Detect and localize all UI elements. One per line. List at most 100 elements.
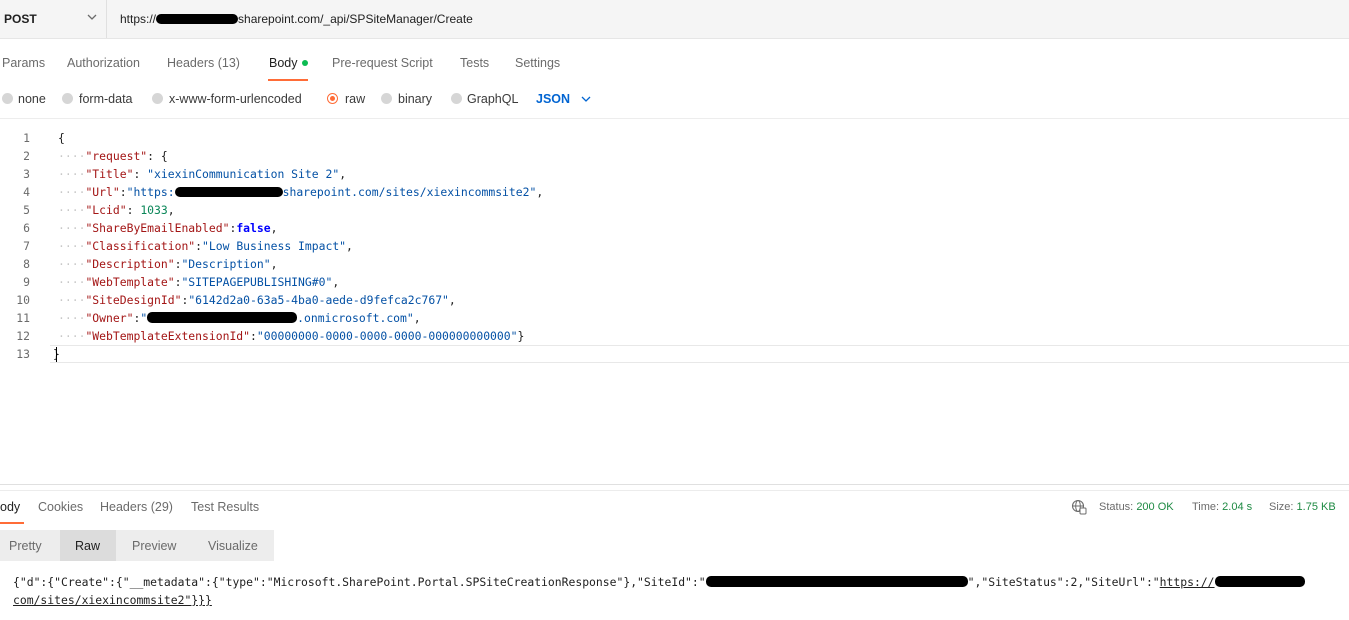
line-number: 9	[23, 275, 30, 289]
response-tab-test-results[interactable]: Test Results	[191, 500, 259, 514]
tab-settings[interactable]: Settings	[515, 56, 560, 70]
format-preview[interactable]: Preview	[132, 539, 176, 553]
code-line: 1 {	[0, 129, 1349, 147]
response-tab-headers[interactable]: Headers (29)	[100, 500, 173, 514]
radio-raw-label[interactable]: raw	[345, 92, 365, 106]
code-text: ····"Lcid": 1033,	[58, 203, 175, 217]
line-number: 7	[23, 239, 30, 253]
tab-params[interactable]: Params	[2, 56, 45, 70]
code-line: 6 ····"ShareByEmailEnabled":false,	[0, 219, 1349, 237]
active-tab-indicator	[0, 522, 24, 524]
chevron-down-icon[interactable]	[86, 11, 98, 23]
radio-graphql[interactable]	[451, 93, 462, 104]
status-value: 200 OK	[1136, 501, 1174, 513]
json-key: "Description"	[85, 257, 175, 271]
radio-none[interactable]	[2, 93, 13, 104]
format-dropdown[interactable]: JSON	[536, 92, 570, 106]
format-visualize[interactable]: Visualize	[208, 539, 258, 553]
response-tab-body[interactable]: ody	[0, 500, 20, 514]
code-line: 4 ····"Url":"https: sharepoint.com/sites/…	[0, 183, 1349, 201]
globe-icon[interactable]	[1071, 499, 1087, 515]
raw-text[interactable]: com/sites/xiexincommsite2"}}}	[13, 593, 212, 607]
line-number: 5	[23, 203, 30, 217]
json-string: "Description"	[181, 257, 271, 271]
url-input[interactable]: https:// sharepoint.com/_api/SPSiteManage…	[120, 12, 473, 26]
text-caret	[56, 347, 57, 362]
code-line: 10 ····"SiteDesignId":"6142d2a0-63a5-4ba…	[0, 291, 1349, 309]
code-text: ····"Url":"https: sharepoint.com/sites/xi…	[58, 185, 544, 199]
chevron-down-icon[interactable]	[580, 93, 592, 105]
site-url-link[interactable]: https://	[1160, 575, 1215, 589]
code-line: 12 ····"WebTemplateExtensionId":"0000000…	[0, 327, 1349, 345]
json-key: "WebTemplate"	[85, 275, 175, 289]
json-key: "ShareByEmailEnabled"	[85, 221, 230, 235]
response-raw-line-1: {"d":{"Create":{"__metadata":{"type":"Mi…	[13, 575, 1349, 589]
json-string: "6142d2a0-63a5-4ba0-aede-d9fefca2c767"	[188, 293, 449, 307]
redaction	[1214, 576, 1305, 587]
line-number: 3	[23, 167, 30, 181]
code-text: ····"Owner":" .onmicrosoft.com",	[58, 311, 421, 325]
line-number: 6	[23, 221, 30, 235]
tab-headers[interactable]: Headers (13)	[167, 56, 240, 70]
size-value: 1.75 KB	[1296, 501, 1336, 513]
redaction	[156, 14, 239, 24]
radio-none-label[interactable]: none	[18, 92, 46, 106]
radio-raw[interactable]	[327, 93, 338, 104]
json-string: "Low Business Impact"	[202, 239, 347, 253]
tab-authorization[interactable]: Authorization	[67, 56, 140, 70]
code-text: ····"Title": "xiexinCommunication Site 2…	[58, 167, 347, 181]
line-number: 1	[23, 131, 30, 145]
redaction	[147, 312, 298, 323]
brace: {	[58, 131, 65, 145]
raw-text: {"d":{"Create":{"__metadata":{"type":"Mi…	[13, 575, 706, 589]
url-prefix: https://	[120, 12, 157, 26]
radio-form-data[interactable]	[62, 93, 73, 104]
code-text: ····"Description":"Description",	[58, 257, 278, 271]
line-number: 8	[23, 257, 30, 271]
response-raw-line-2: com/sites/xiexincommsite2"}}}	[13, 593, 212, 607]
json-string: sharepoint.com/sites/xiexincommsite2"	[282, 185, 537, 199]
tab-pre-request-script[interactable]: Pre-request Script	[332, 56, 433, 70]
tab-body[interactable]: Body	[269, 56, 308, 70]
tab-tests[interactable]: Tests	[460, 56, 489, 70]
method-select[interactable]: POST	[4, 12, 37, 26]
code-text: ····"WebTemplateExtensionId":"00000000-0…	[58, 329, 525, 343]
pane-divider[interactable]	[0, 484, 1349, 485]
json-string: "xiexinCommunication Site 2"	[147, 167, 340, 181]
modified-dot-icon	[301, 60, 308, 66]
radio-urlencoded[interactable]	[152, 93, 163, 104]
raw-text: ","SiteStatus":2,"SiteUrl":"	[967, 575, 1160, 589]
radio-urlencoded-label[interactable]: x-www-form-urlencoded	[169, 92, 302, 106]
code-line: 2 ····"request": {	[0, 147, 1349, 165]
code-line: 7 ····"Classification":"Low Business Imp…	[0, 237, 1349, 255]
radio-binary-label[interactable]: binary	[398, 92, 432, 106]
divider	[0, 490, 1349, 491]
time-value: 2.04 s	[1222, 501, 1253, 513]
size-label: Size:	[1269, 501, 1294, 513]
format-pretty[interactable]: Pretty	[9, 539, 42, 553]
time-label: Time:	[1192, 501, 1220, 513]
radio-graphql-label[interactable]: GraphQL	[467, 92, 518, 106]
redaction	[174, 187, 283, 197]
line-number: 10	[16, 293, 30, 307]
code-text: ····"ShareByEmailEnabled":false,	[58, 221, 278, 235]
code-line: 3 ····"Title": "xiexinCommunication Site…	[0, 165, 1349, 183]
radio-binary[interactable]	[381, 93, 392, 104]
json-key: "Lcid"	[85, 203, 127, 217]
json-key: "Title"	[85, 167, 134, 181]
code-line: 13 }	[0, 345, 1349, 363]
json-string: "SITEPAGEPUBLISHING#0"	[181, 275, 333, 289]
response-size[interactable]: Size: 1.75 KB	[1269, 501, 1336, 513]
divider	[0, 118, 1349, 119]
response-time[interactable]: Time: 2.04 s	[1192, 501, 1252, 513]
json-key: "WebTemplateExtensionId"	[85, 329, 251, 343]
response-tab-cookies[interactable]: Cookies	[38, 500, 83, 514]
line-number: 13	[16, 347, 30, 361]
brace: }	[517, 329, 525, 343]
radio-form-data-label[interactable]: form-data	[79, 92, 133, 106]
code-text: ····"WebTemplate":"SITEPAGEPUBLISHING#0"…	[58, 275, 340, 289]
punct: : {	[147, 149, 168, 163]
format-raw[interactable]: Raw	[75, 539, 100, 553]
line-number: 11	[16, 311, 30, 325]
code-line: 8 ····"Description":"Description",	[0, 255, 1349, 273]
